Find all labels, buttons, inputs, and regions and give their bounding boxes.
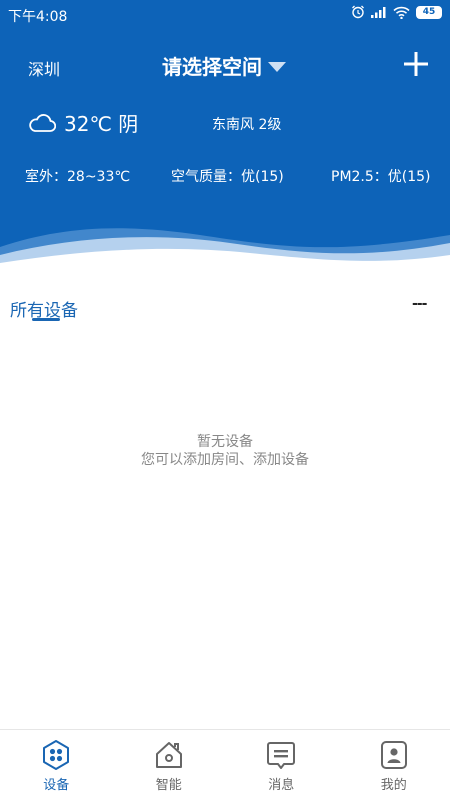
smart-home-icon bbox=[155, 742, 182, 768]
tab-label: 设备 bbox=[43, 778, 70, 793]
space-selector[interactable]: 请选择空间 bbox=[162, 51, 286, 80]
city-label[interactable]: 深圳 bbox=[28, 56, 60, 80]
status-time: 下午4:08 bbox=[8, 9, 68, 25]
empty-state-hint: 您可以添加房间、添加设备 bbox=[141, 452, 309, 468]
bottom-tab-bar: 设备 智能 消息 我的 bbox=[0, 729, 450, 800]
plus-icon[interactable] bbox=[402, 50, 430, 78]
tab-label: 智能 bbox=[155, 778, 182, 793]
tab-messages[interactable]: 消息 bbox=[225, 730, 338, 800]
devices-icon bbox=[43, 740, 70, 770]
wave-decoration bbox=[0, 228, 450, 272]
space-selector-label: 请选择空间 bbox=[162, 55, 262, 79]
profile-icon bbox=[380, 741, 407, 769]
header: 下午4:08 45 深圳 请选择空间 32℃ 阴 东南风 2级 室外：28~33… bbox=[0, 0, 450, 272]
wind-info: 东南风 2级 bbox=[212, 117, 282, 133]
dropdown-triangle-icon bbox=[268, 61, 286, 72]
tab-smart[interactable]: 智能 bbox=[113, 730, 226, 800]
alarm-icon bbox=[352, 5, 364, 19]
cloud-icon bbox=[29, 113, 56, 132]
tab-devices[interactable]: 设备 bbox=[0, 730, 113, 800]
status-bar: 下午4:08 45 bbox=[0, 0, 450, 30]
outdoor-temperature: 室外：28~33℃ bbox=[25, 169, 131, 185]
battery-icon: 45 bbox=[416, 5, 442, 19]
message-icon bbox=[267, 742, 296, 769]
temperature-condition: 32℃ 阴 bbox=[64, 112, 139, 136]
weather-summary: 32℃ 阴 bbox=[28, 108, 138, 137]
tab-profile[interactable]: 我的 bbox=[338, 730, 450, 800]
pm25-value: PM2.5：优(15) bbox=[331, 169, 431, 185]
battery-level: 45 bbox=[422, 6, 436, 17]
signal-icon bbox=[371, 7, 386, 18]
section-underline bbox=[32, 318, 60, 321]
wifi-icon bbox=[393, 6, 410, 19]
more-options-button[interactable]: --- bbox=[412, 296, 427, 312]
empty-state-title: 暂无设备 bbox=[197, 434, 253, 450]
status-icons: 45 bbox=[351, 5, 442, 19]
air-quality: 空气质量：优(15) bbox=[171, 169, 284, 185]
tab-label: 消息 bbox=[268, 778, 295, 793]
tab-label: 我的 bbox=[380, 778, 407, 793]
